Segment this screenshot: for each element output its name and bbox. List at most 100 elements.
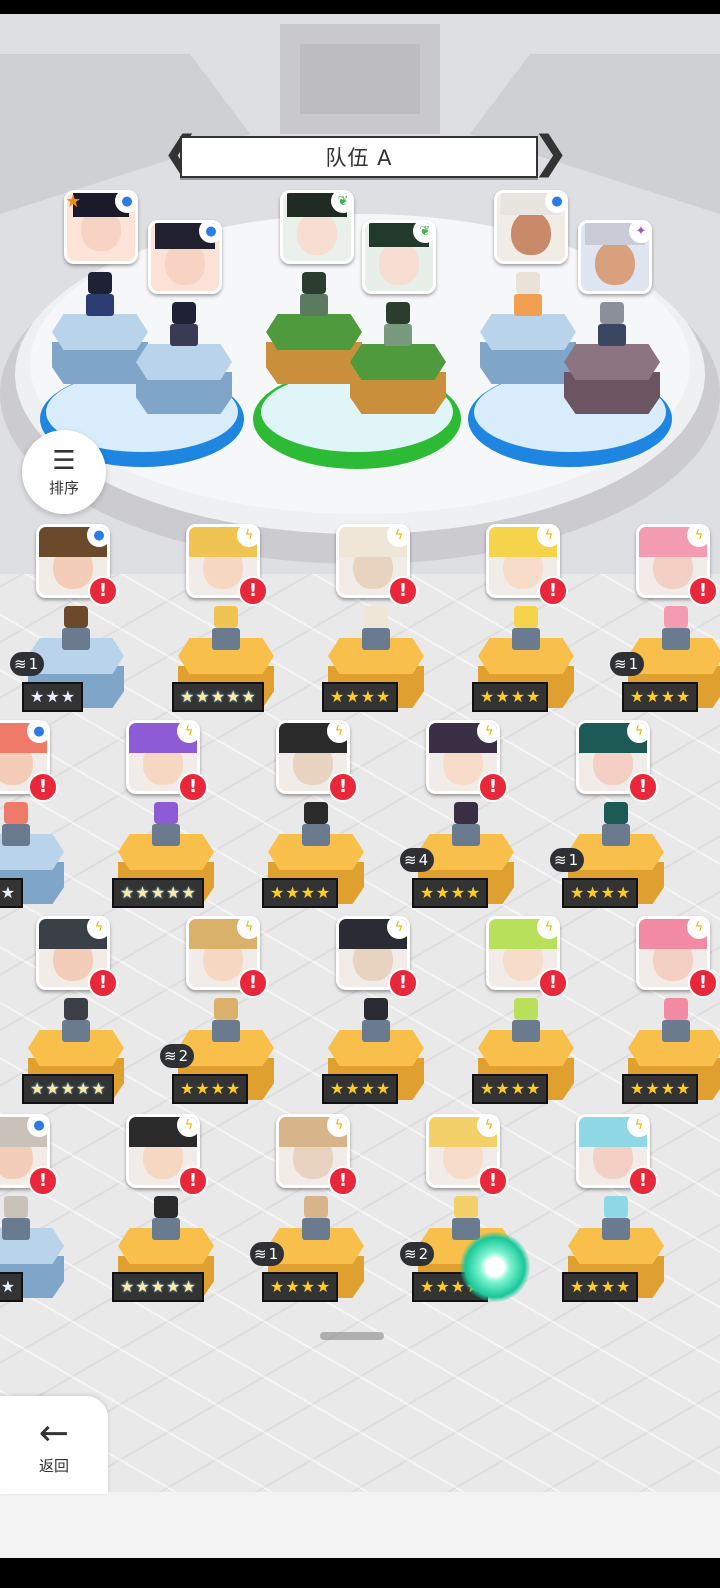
team-sprite[interactable]	[378, 302, 418, 348]
star-rating: ★★★★	[172, 1074, 249, 1104]
team-sprite[interactable]	[592, 302, 632, 348]
team-portrait[interactable]: ❦	[280, 190, 354, 264]
star-icon: ★	[526, 687, 541, 706]
roster-character-card[interactable]: ϟ! ★ ★ ★ ★	[322, 916, 452, 1112]
character-sprite	[596, 802, 636, 848]
team-portrait[interactable]: ●	[494, 190, 568, 264]
star-icon: ★	[630, 687, 645, 706]
star-rating: ★ ★ ★ ★ ★	[22, 1074, 114, 1104]
team-sprite[interactable]	[164, 302, 204, 348]
team-sprite[interactable]	[294, 272, 334, 318]
stack-icon: ≋	[404, 851, 417, 869]
bolt-element-icon: ϟ	[87, 919, 107, 939]
roster-character-card[interactable]: ϟ! ★ ★ ★ ★ ≋ 1	[610, 524, 720, 720]
leaf-element-icon: ❦	[331, 193, 351, 213]
star-icon: ★	[316, 883, 331, 902]
new-alert-badge: !	[88, 576, 118, 606]
roster-character-card[interactable]: ϟ! ★ ★ ★ ★ ★	[112, 720, 242, 916]
star-icon: ★	[420, 1277, 435, 1296]
arrow-left-icon: ←	[38, 1412, 70, 1454]
star-icon: ★	[0, 883, 16, 902]
favorite-star-icon: ★	[65, 191, 82, 212]
sort-button[interactable]: ☰ 排序	[22, 430, 106, 514]
roster-character-card[interactable]: ϟ! ★ ★ ★ ★	[562, 1114, 692, 1310]
star-icon: ★	[376, 687, 391, 706]
roster-character-card[interactable]: ●! ★★★	[0, 1114, 92, 1310]
star-icon: ★	[376, 1079, 391, 1098]
star-rating: ★★★★	[562, 878, 639, 908]
roster-character-card[interactable]: ●! ★ ★ ★ ≋ 1	[10, 524, 152, 720]
star-icon: ★	[435, 883, 450, 902]
next-team-button[interactable]: ❯	[532, 131, 569, 178]
character-sprite	[0, 802, 36, 848]
star-icon: ★	[91, 1079, 106, 1098]
team-portrait[interactable]: ❦	[362, 220, 436, 294]
roster-character-card[interactable]: ϟ! ★ ★ ★ ★ ★	[172, 524, 302, 720]
star-icon: ★	[195, 687, 210, 706]
star-icon: ★	[60, 1079, 76, 1098]
star-icon: ★	[210, 687, 226, 706]
roster-character-card[interactable]: ϟ! ★ ★ ★ ★ ≋ 4	[400, 720, 542, 916]
duplicate-count: 2	[178, 1047, 189, 1065]
star-icon: ★	[585, 883, 600, 902]
bolt-element-icon: ϟ	[237, 527, 257, 547]
star-rating: ★ ★ ★ ★ ★	[112, 1272, 204, 1302]
team-portrait[interactable]: ★ ●	[64, 190, 138, 264]
bolt-element-icon: ϟ	[477, 1117, 497, 1137]
roster-character-card[interactable]: ϟ! ★ ★ ★ ★	[322, 524, 452, 720]
star-icon: ★	[180, 1079, 195, 1098]
bolt-element-icon: ϟ	[537, 527, 557, 547]
roster-character-card[interactable]: ϟ! ★ ★ ★ ★	[472, 916, 602, 1112]
character-sprite	[296, 802, 336, 848]
star-icon: ★	[270, 883, 285, 902]
star-icon: ★	[226, 687, 241, 706]
character-sprite	[56, 998, 96, 1044]
bolt-element-icon: ϟ	[327, 1117, 347, 1137]
team-sprite[interactable]	[80, 272, 120, 318]
bolt-element-icon: ϟ	[177, 723, 197, 743]
roster-character-card[interactable]: ϟ! ★ ★ ★ ★	[622, 916, 720, 1112]
bolt-element-icon: ϟ	[687, 919, 707, 939]
team-name: 队伍 A	[325, 146, 393, 170]
team-portrait[interactable]: ✦	[578, 220, 652, 294]
roster-character-card[interactable]: ϟ! ★ ★ ★ ★	[472, 524, 602, 720]
roster-character-card[interactable]: ϟ! ★ ★ ★ ★ ★	[112, 1114, 242, 1310]
stack-icon: ≋	[254, 1245, 267, 1263]
star-icon: ★	[330, 687, 345, 706]
star-icon: ★	[345, 687, 360, 706]
star-icon: ★	[616, 883, 631, 902]
star-icon: ★	[210, 1079, 226, 1098]
back-button[interactable]: ← 返回	[0, 1396, 108, 1494]
star-icon: ★	[135, 883, 150, 902]
bolt-element-icon: ϟ	[627, 723, 647, 743]
star-icon: ★	[645, 687, 660, 706]
team-sprite[interactable]	[508, 272, 548, 318]
roster-character-card[interactable]: ●! ★★★	[0, 720, 92, 916]
team-pedestal	[266, 314, 362, 388]
roster-character-card[interactable]: ϟ! ★ ★ ★ ★	[262, 720, 392, 916]
new-alert-badge: !	[478, 772, 508, 802]
roster-character-card[interactable]: ϟ! ★ ★ ★ ★ ≋ 1	[250, 1114, 392, 1310]
roster-character-card[interactable]: ϟ!★★★★≋2	[160, 916, 302, 1112]
new-alert-badge: !	[238, 576, 268, 606]
roster-character-card[interactable]: ϟ! ★ ★ ★ ★ ≋ 1	[550, 720, 692, 916]
star-icon: ★	[360, 687, 376, 706]
team-portrait[interactable]: ●	[148, 220, 222, 294]
water-element-icon: ●	[115, 193, 135, 213]
duplicate-count: 4	[418, 851, 429, 869]
star-icon: ★	[435, 1277, 450, 1296]
star-icon: ★	[616, 1277, 631, 1296]
touch-glow-effect	[460, 1232, 530, 1302]
star-icon: ★	[570, 883, 585, 902]
duplicate-count-badge: ≋ 1	[10, 652, 45, 676]
character-sprite	[296, 1196, 336, 1242]
character-sprite	[0, 1196, 36, 1242]
new-alert-badge: !	[328, 1166, 358, 1196]
duplicate-count-badge: ≋ 2	[400, 1242, 435, 1266]
star-icon: ★	[76, 1079, 91, 1098]
roster-character-card[interactable]: ϟ! ★ ★ ★ ★ ★	[22, 916, 152, 1112]
new-alert-badge: !	[478, 1166, 508, 1196]
back-label: 返回	[38, 1456, 69, 1475]
bolt-element-icon: ϟ	[627, 1117, 647, 1137]
drag-handle[interactable]	[320, 1332, 384, 1340]
